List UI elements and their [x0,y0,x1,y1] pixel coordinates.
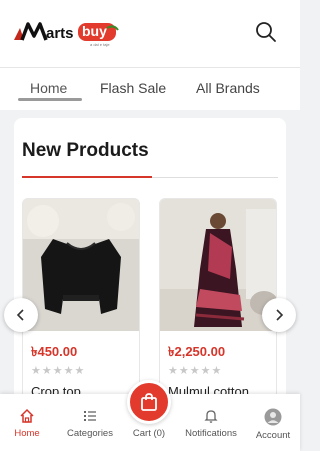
rating-stars: ★★★★★ [168,365,223,377]
bottom-nav-notifications-label: Notifications [185,428,237,439]
rating-stars: ★★★★★ [31,365,86,377]
tab-flash-sale[interactable]: Flash Sale [100,80,166,96]
bottom-nav-cart[interactable]: Cart (0) [119,428,179,439]
carousel-next-button[interactable] [262,298,296,332]
product-price: ৳450.00 [31,344,78,359]
bottom-nav-cart-label: Cart (0) [132,428,166,439]
active-tab-indicator [18,98,82,101]
bell-icon [204,410,218,423]
bottom-nav-account[interactable]: Account [243,408,303,441]
martsbuy-logo[interactable]: arts buy a dal e taje [12,18,122,48]
product-image-mulmul-saree[interactable] [160,199,276,331]
carousel-prev-button[interactable] [4,298,38,332]
logo-tagline: a dal e taje [90,42,110,47]
shopping-bag-icon [141,393,157,411]
bottom-nav-categories[interactable]: Categories [60,408,120,439]
section-title-underline [22,176,152,178]
tab-all-brands[interactable]: All Brands [196,80,260,96]
bottom-nav-home-label: Home [14,428,40,439]
app-header: arts buy a dal e taje [0,0,300,68]
bottom-nav-categories-label: Categories [67,428,113,439]
product-image-crop-top[interactable] [23,199,139,331]
section-title: New Products [22,140,149,161]
search-icon[interactable] [254,20,278,44]
logo-text-right: buy [82,23,107,39]
chevron-right-icon [276,309,284,321]
categories-list-icon [84,411,96,421]
home-icon [20,408,34,423]
avatar-icon [264,408,282,426]
bottom-nav-notifications[interactable]: Notifications [181,408,241,439]
product-price: ৳2,250.00 [168,344,226,359]
top-nav-tabs: Home Flash Sale All Brands [0,68,300,110]
cart-button[interactable] [127,380,171,424]
bottom-nav-home[interactable]: Home [0,408,57,439]
tab-home[interactable]: Home [30,80,67,96]
chevron-left-icon [16,309,24,321]
bottom-nav-account-label: Account [255,430,291,441]
logo-text-left: arts [46,25,74,42]
